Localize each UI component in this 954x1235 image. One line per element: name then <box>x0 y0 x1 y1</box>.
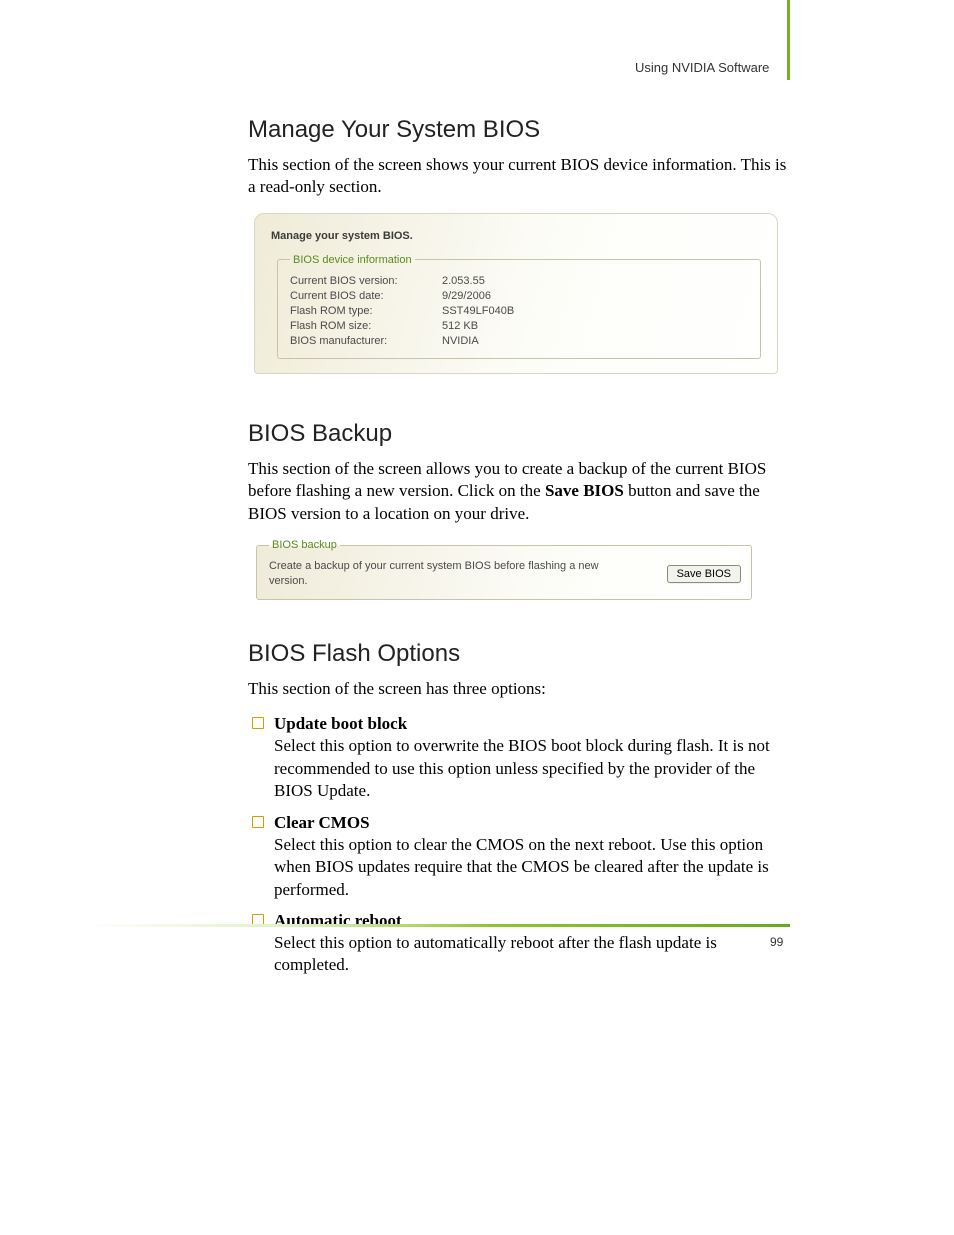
bios-info-value: 512 KB <box>442 320 478 332</box>
section-heading-flash-options: BIOS Flash Options <box>248 640 790 668</box>
bios-info-row: Flash ROM type: SST49LF040B <box>290 305 750 317</box>
flash-option-title: Update boot block <box>274 714 790 734</box>
footer-gradient-rule <box>84 924 790 927</box>
save-bios-button[interactable]: Save BIOS <box>667 565 741 583</box>
bios-backup-legend: BIOS backup <box>269 539 340 551</box>
flash-option-body: Select this option to automatically rebo… <box>274 932 790 977</box>
flash-options-list: Update boot block Select this option to … <box>252 714 790 977</box>
manage-intro-text: This section of the screen shows your cu… <box>248 154 790 199</box>
square-bullet-icon <box>252 717 264 729</box>
bios-backup-window: BIOS backup Create a backup of your curr… <box>254 539 754 600</box>
flash-option-item: Clear CMOS Select this option to clear t… <box>252 813 790 901</box>
running-header: Using NVIDIA Software <box>635 60 769 75</box>
flash-options-intro: This section of the screen has three opt… <box>248 678 790 700</box>
bios-info-label: BIOS manufacturer: <box>290 335 442 347</box>
flash-option-item: Automatic reboot Select this option to a… <box>252 911 790 977</box>
backup-intro-bold: Save BIOS <box>545 481 624 500</box>
bios-info-value: SST49LF040B <box>442 305 514 317</box>
flash-option-title: Clear CMOS <box>274 813 790 833</box>
bios-info-label: Flash ROM type: <box>290 305 442 317</box>
manage-bios-window: Manage your system BIOS. BIOS device inf… <box>254 213 778 374</box>
bios-backup-description: Create a backup of your current system B… <box>269 559 629 589</box>
bios-info-row: Current BIOS date: 9/29/2006 <box>290 290 750 302</box>
manage-bios-window-title: Manage your system BIOS. <box>271 230 761 242</box>
bios-info-row: BIOS manufacturer: NVIDIA <box>290 335 750 347</box>
backup-intro-text: This section of the screen allows you to… <box>248 458 790 525</box>
header-vertical-rule <box>787 0 790 80</box>
bios-info-value: 9/29/2006 <box>442 290 491 302</box>
bios-info-label: Current BIOS version: <box>290 275 442 287</box>
flash-option-title: Automatic reboot <box>274 911 790 931</box>
section-heading-backup: BIOS Backup <box>248 420 790 448</box>
flash-option-item: Update boot block Select this option to … <box>252 714 790 802</box>
bios-device-info-legend: BIOS device information <box>290 254 415 266</box>
bios-info-value: NVIDIA <box>442 335 479 347</box>
bios-device-info-fieldset: BIOS device information Current BIOS ver… <box>277 254 761 359</box>
bios-info-label: Current BIOS date: <box>290 290 442 302</box>
section-heading-manage: Manage Your System BIOS <box>248 116 790 144</box>
bios-info-value: 2.053.55 <box>442 275 485 287</box>
page-number: 99 <box>770 935 783 949</box>
flash-option-body: Select this option to clear the CMOS on … <box>274 834 790 901</box>
bios-backup-fieldset: BIOS backup Create a backup of your curr… <box>256 539 752 600</box>
flash-option-body: Select this option to overwrite the BIOS… <box>274 735 790 802</box>
square-bullet-icon <box>252 816 264 828</box>
bios-info-row: Current BIOS version: 2.053.55 <box>290 275 750 287</box>
bios-info-label: Flash ROM size: <box>290 320 442 332</box>
bios-info-row: Flash ROM size: 512 KB <box>290 320 750 332</box>
